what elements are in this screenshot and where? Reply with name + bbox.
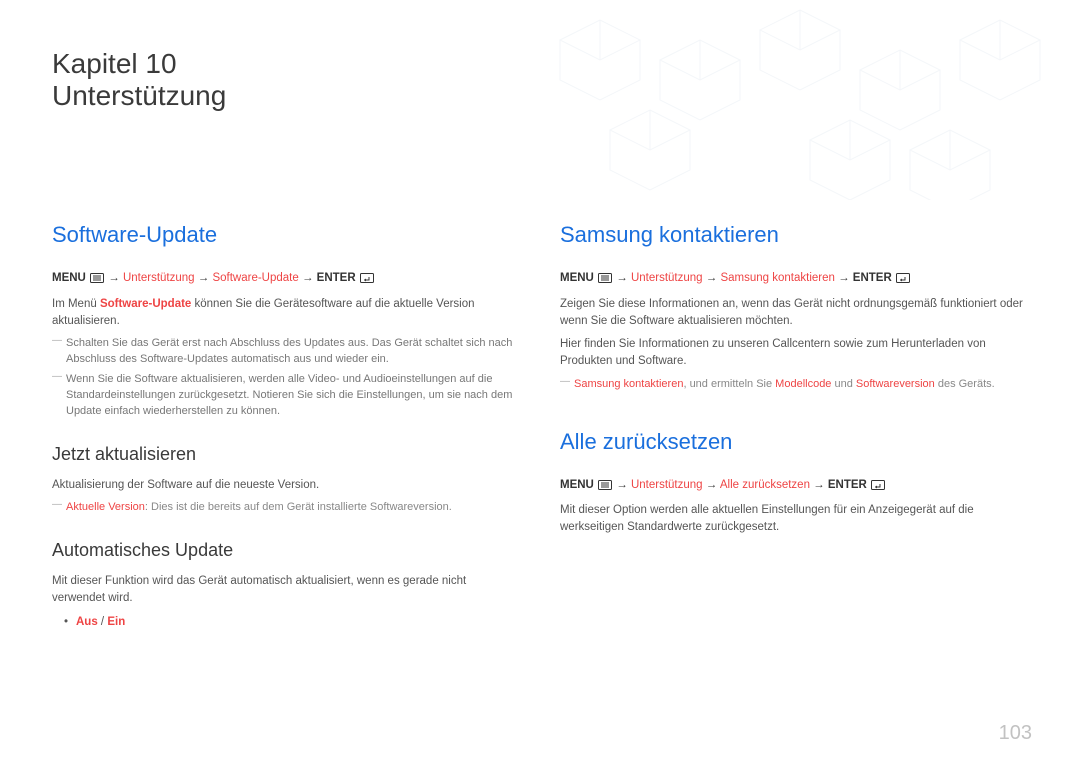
note-settings-reset: Wenn Sie die Software aktualisieren, wer…: [52, 372, 520, 420]
path-segment: Software-Update: [212, 272, 298, 284]
page-number: 103: [999, 722, 1032, 745]
text: Im Menü: [52, 298, 100, 310]
enter-icon: [871, 479, 885, 496]
intro-software-update: Im Menü Software-Update können Sie die G…: [52, 296, 520, 331]
heading-alle-zuruecksetzen: Alle zurücksetzen: [560, 429, 1028, 455]
body-alle-zuruecksetzen: Mit dieser Option werden alle aktuellen …: [560, 502, 1028, 537]
menu-path-software-update: MENU → Unterstützung → Software-Update →…: [52, 270, 520, 289]
option-ein: Ein: [107, 616, 125, 628]
menu-label: MENU: [560, 272, 594, 284]
text: des Geräts.: [935, 378, 995, 390]
heading-jetzt-aktualisieren: Jetzt aktualisieren: [52, 444, 520, 465]
enter-icon: [360, 272, 374, 289]
menu-icon: [90, 272, 104, 289]
menu-label: MENU: [52, 272, 86, 284]
body-jetzt-aktualisieren: Aktualisierung der Software auf die neue…: [52, 477, 520, 494]
path-segment: Unterstützung: [631, 479, 703, 491]
note-aktuelle-version: Aktuelle Version: Dies ist die bereits a…: [52, 500, 520, 516]
text: : Dies ist die bereits auf dem Gerät ins…: [145, 501, 452, 513]
highlight: Software-Update: [100, 298, 191, 310]
option-aus-ein: Aus / Ein: [52, 614, 520, 631]
path-segment: Samsung kontaktieren: [720, 272, 834, 284]
body-automatisches-update: Mit dieser Funktion wird das Gerät autom…: [52, 573, 520, 608]
option-aus: Aus: [76, 616, 98, 628]
left-column: Software-Update MENU → Unterstützung → S…: [52, 222, 520, 634]
menu-icon: [598, 272, 612, 289]
highlight: Softwareversion: [856, 378, 935, 390]
highlight: Aktuelle Version: [66, 501, 145, 513]
text: und: [831, 378, 855, 390]
path-segment: Unterstützung: [631, 272, 703, 284]
heading-automatisches-update: Automatisches Update: [52, 540, 520, 561]
heading-samsung-kontaktieren: Samsung kontaktieren: [560, 222, 1028, 248]
heading-software-update: Software-Update: [52, 222, 520, 248]
path-segment: Unterstützung: [123, 272, 195, 284]
menu-path-alle-zuruecksetzen: MENU → Unterstützung → Alle zurücksetzen…: [560, 477, 1028, 496]
text: , und ermitteln Sie: [683, 378, 775, 390]
menu-path-samsung-kontaktieren: MENU → Unterstützung → Samsung kontaktie…: [560, 270, 1028, 289]
right-column: Samsung kontaktieren MENU → Unterstützun…: [560, 222, 1028, 634]
note-power-off: Schalten Sie das Gerät erst nach Abschlu…: [52, 336, 520, 368]
background-cubes-decoration: [520, 0, 1080, 200]
menu-icon: [598, 479, 612, 496]
enter-label: ENTER: [853, 272, 892, 284]
menu-label: MENU: [560, 479, 594, 491]
enter-label: ENTER: [317, 272, 356, 284]
body-contact-2: Hier finden Sie Informationen zu unseren…: [560, 336, 1028, 371]
body-contact-1: Zeigen Sie diese Informationen an, wenn …: [560, 296, 1028, 331]
page: Kapitel 10 Unterstützung Software-Update…: [0, 0, 1080, 763]
note-modellcode: Samsung kontaktieren, und ermitteln Sie …: [560, 377, 1028, 393]
highlight: Modellcode: [775, 378, 831, 390]
enter-label: ENTER: [828, 479, 867, 491]
content-columns: Software-Update MENU → Unterstützung → S…: [52, 222, 1028, 634]
separator: /: [98, 616, 108, 628]
enter-icon: [896, 272, 910, 289]
path-segment: Alle zurücksetzen: [720, 479, 810, 491]
highlight: Samsung kontaktieren: [574, 378, 683, 390]
